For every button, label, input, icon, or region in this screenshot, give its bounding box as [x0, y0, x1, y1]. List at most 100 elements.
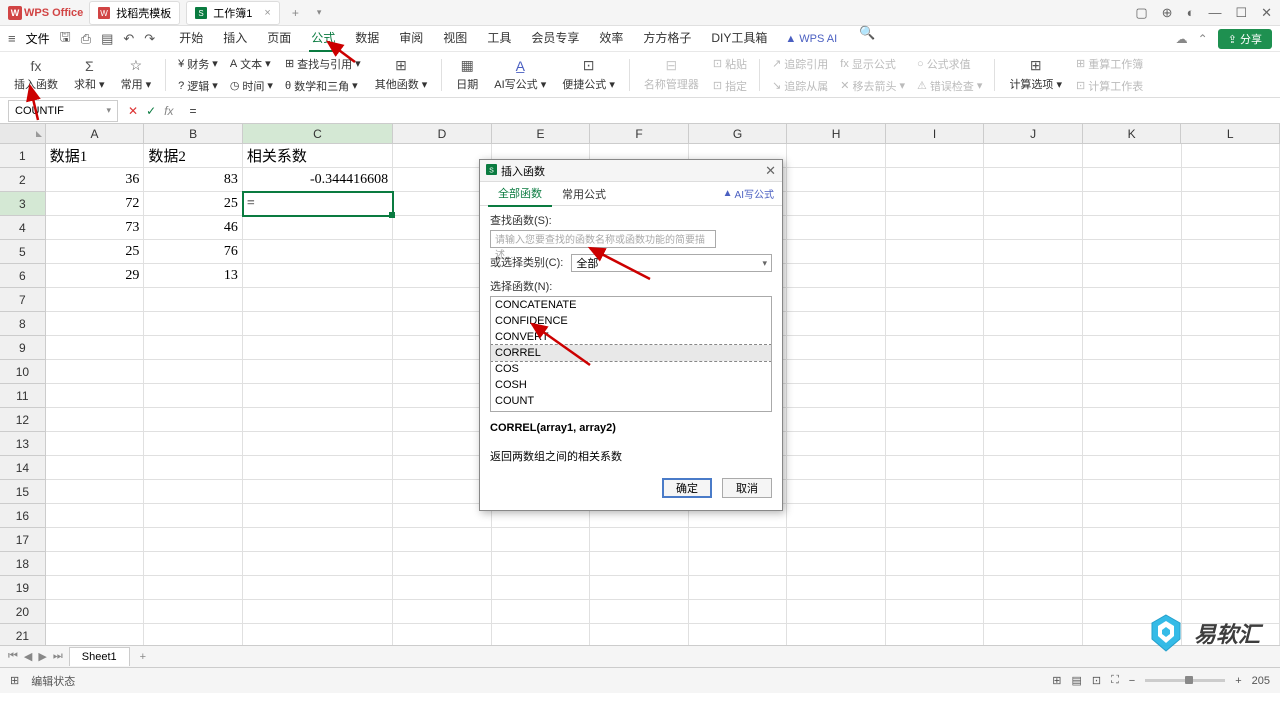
convenient-button[interactable]: ⊡ 便捷公式 ▾	[556, 52, 621, 97]
col-header-j[interactable]: J	[984, 124, 1083, 143]
function-list-item[interactable]: CONCATENATE	[491, 297, 771, 313]
cell[interactable]	[46, 552, 145, 576]
cell[interactable]	[787, 168, 886, 192]
cell[interactable]: =	[243, 192, 393, 216]
datetime-button[interactable]: ◷时间 ▾	[226, 76, 277, 96]
cell[interactable]	[393, 528, 492, 552]
row-header[interactable]: 16	[0, 504, 46, 528]
cell[interactable]	[590, 576, 689, 600]
name-box[interactable]: COUNTIF ▾	[8, 100, 118, 122]
cell[interactable]	[984, 456, 1083, 480]
add-sheet-button[interactable]: +	[136, 651, 150, 663]
cell[interactable]	[46, 408, 145, 432]
calc-options-button[interactable]: ⊞ 计算选项 ▾	[1003, 52, 1068, 97]
accept-formula-button[interactable]: ✓	[146, 104, 156, 118]
cell[interactable]	[1182, 264, 1280, 288]
cell[interactable]	[1182, 216, 1280, 240]
cell[interactable]	[1182, 528, 1280, 552]
cell[interactable]	[1182, 576, 1280, 600]
sheet-first-button[interactable]: ⏮	[8, 650, 18, 663]
cell[interactable]	[787, 192, 886, 216]
cell[interactable]	[886, 192, 985, 216]
cell[interactable]: 29	[46, 264, 145, 288]
view-normal-icon[interactable]: ⊞	[1052, 674, 1061, 687]
cell[interactable]	[144, 312, 243, 336]
grid-icon[interactable]: ⊞	[10, 674, 19, 687]
cancel-button[interactable]: 取消	[722, 478, 772, 498]
col-header-e[interactable]: E	[492, 124, 591, 143]
cell[interactable]	[689, 552, 788, 576]
cell[interactable]	[984, 192, 1083, 216]
cell[interactable]	[984, 144, 1083, 168]
cell[interactable]	[393, 600, 492, 624]
cell[interactable]	[1083, 456, 1182, 480]
cell[interactable]	[1182, 192, 1280, 216]
zoom-out-button[interactable]: −	[1129, 675, 1135, 687]
cell[interactable]	[886, 288, 985, 312]
cell[interactable]	[787, 144, 886, 168]
cell[interactable]	[243, 408, 393, 432]
cell[interactable]	[1182, 480, 1280, 504]
cell[interactable]	[886, 336, 985, 360]
cell[interactable]	[787, 264, 886, 288]
search-function-input[interactable]: 请输入您要查找的函数名称或函数功能的简要描述...	[490, 230, 716, 248]
cell[interactable]	[46, 432, 145, 456]
cell[interactable]	[886, 528, 985, 552]
cell[interactable]	[590, 552, 689, 576]
zoom-slider[interactable]	[1145, 679, 1225, 682]
row-header[interactable]: 3	[0, 192, 46, 216]
show-formula-button[interactable]: fx显示公式	[836, 54, 909, 74]
menu-tab-start[interactable]: 开始	[177, 25, 205, 52]
file-menu[interactable]: 文件	[26, 30, 50, 47]
cell[interactable]: 83	[144, 168, 243, 192]
cell[interactable]	[1182, 384, 1280, 408]
cell[interactable]	[984, 240, 1083, 264]
cell[interactable]	[46, 288, 145, 312]
cell[interactable]	[984, 528, 1083, 552]
col-header-l[interactable]: L	[1181, 124, 1280, 143]
cell[interactable]	[886, 264, 985, 288]
menu-tab-ffgz[interactable]: 方方格子	[641, 25, 693, 52]
cell[interactable]	[984, 432, 1083, 456]
cell[interactable]	[393, 216, 492, 240]
cancel-formula-button[interactable]: ✕	[128, 104, 138, 118]
sheet-next-button[interactable]: ▶	[38, 650, 46, 663]
menu-tab-efficiency[interactable]: 效率	[597, 25, 625, 52]
cell[interactable]	[46, 384, 145, 408]
cell[interactable]	[1083, 504, 1182, 528]
lookup-button[interactable]: ⊞查找与引用 ▾	[281, 54, 365, 74]
sheet-last-button[interactable]: ⏭	[53, 650, 63, 663]
cell[interactable]	[689, 576, 788, 600]
cell[interactable]	[886, 552, 985, 576]
row-header[interactable]: 17	[0, 528, 46, 552]
cell[interactable]	[144, 336, 243, 360]
text-button[interactable]: A文本 ▾	[226, 54, 277, 74]
paste-name-button[interactable]: ⊡粘贴	[709, 54, 751, 74]
cell[interactable]	[1182, 240, 1280, 264]
cell[interactable]	[144, 552, 243, 576]
cell[interactable]	[886, 408, 985, 432]
cell[interactable]	[1083, 312, 1182, 336]
logic-button[interactable]: ?逻辑 ▾	[174, 76, 222, 96]
cell[interactable]	[243, 576, 393, 600]
menu-tab-tools[interactable]: 工具	[485, 25, 513, 52]
cell[interactable]	[590, 600, 689, 624]
cell[interactable]	[984, 264, 1083, 288]
cell[interactable]	[787, 408, 886, 432]
row-header[interactable]: 20	[0, 600, 46, 624]
cell[interactable]	[787, 456, 886, 480]
cell[interactable]	[787, 288, 886, 312]
cell[interactable]	[393, 240, 492, 264]
cell[interactable]	[144, 600, 243, 624]
cell[interactable]	[243, 288, 393, 312]
cell[interactable]	[984, 288, 1083, 312]
cell[interactable]	[46, 360, 145, 384]
select-all-corner[interactable]	[0, 124, 46, 143]
cell[interactable]	[787, 216, 886, 240]
insert-function-button[interactable]: fx 插入函数	[8, 52, 64, 97]
cell[interactable]	[46, 336, 145, 360]
cell[interactable]	[144, 288, 243, 312]
row-header[interactable]: 6	[0, 264, 46, 288]
col-header-i[interactable]: I	[886, 124, 985, 143]
cell[interactable]	[393, 384, 492, 408]
